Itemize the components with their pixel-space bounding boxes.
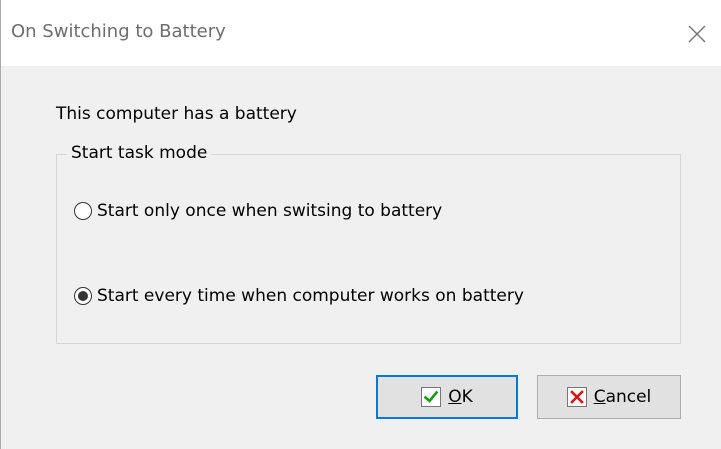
cancel-label: Cancel: [593, 387, 652, 407]
start-task-mode-group: [56, 154, 681, 344]
cancel-button[interactable]: Cancel: [537, 375, 681, 419]
title-bar: On Switching to Battery: [1, 0, 721, 66]
close-button[interactable]: [677, 14, 717, 54]
dialog-window: On Switching to Battery This computer ha…: [0, 0, 721, 449]
close-icon: [688, 25, 706, 43]
x-icon: [566, 387, 587, 407]
window-title: On Switching to Battery: [11, 21, 226, 42]
group-legend: Start task mode: [67, 143, 212, 163]
radio-button-every-time[interactable]: [74, 287, 92, 305]
radio-option-once[interactable]: Start only once when switsing to battery: [74, 200, 442, 222]
check-icon: [421, 387, 442, 407]
ok-button[interactable]: OK: [376, 375, 518, 419]
radio-option-every-time[interactable]: Start every time when computer works on …: [74, 285, 524, 307]
radio-button-once[interactable]: [74, 202, 92, 220]
radio-label-once: Start only once when switsing to battery: [97, 201, 443, 221]
battery-info-text: This computer has a battery: [56, 104, 297, 124]
radio-label-every-time: Start every time when computer works on …: [97, 286, 524, 306]
ok-label: OK: [448, 387, 473, 407]
